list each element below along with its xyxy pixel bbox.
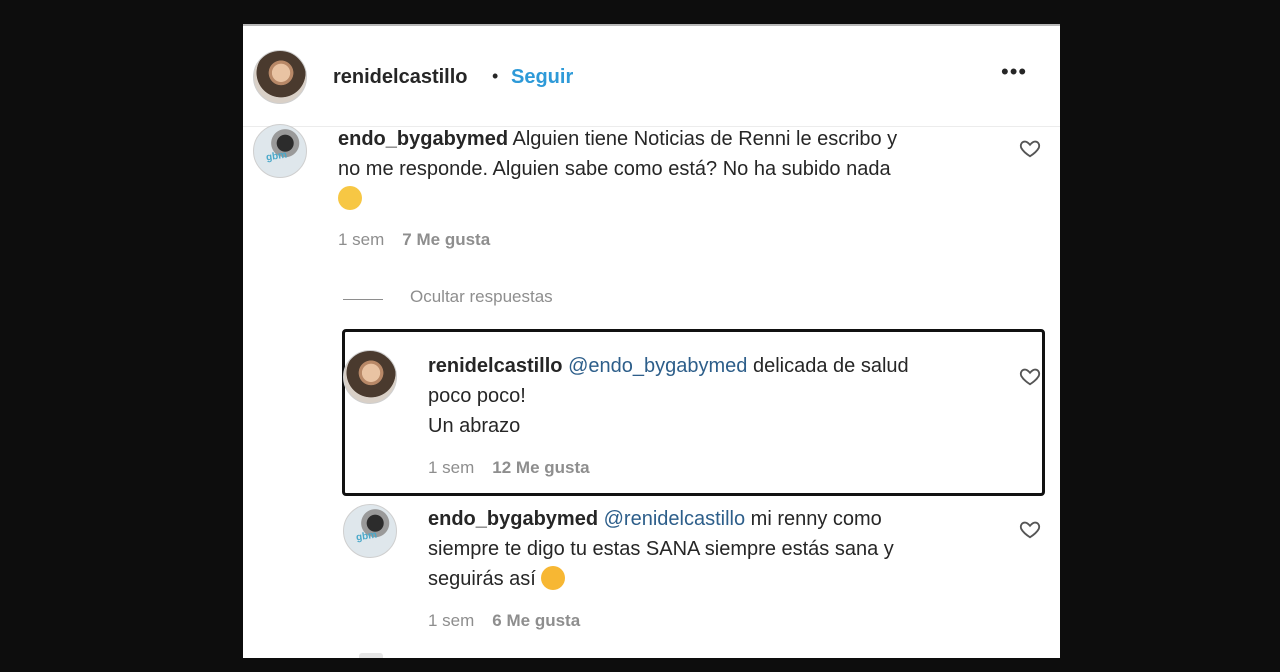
replies-divider [343,299,383,300]
comment-meta: 1 sem 7 Me gusta [338,230,490,250]
comment-username[interactable]: endo_bygabymed [338,128,508,150]
reply-like-heart-icon[interactable] [1019,518,1041,540]
flushed-face-emoji [338,185,362,210]
reply-text-line-2: siempre te digo tu estas SANA siempre es… [428,538,894,560]
avatar-brand-mark: gbm [355,529,378,544]
header-separator: • [492,66,499,86]
comment-text-line-2: no me responde. Alguien sabe como está? … [338,158,891,180]
reply-meta: 1 sem 12 Me gusta [428,458,590,478]
reply-body: endo_bygabymed @renidelcastillo mi renny… [428,504,988,594]
hide-replies-button[interactable]: Ocultar respuestas [410,287,553,307]
post-header: renidelcastillo • Seguir ••• [243,26,1060,127]
comment-avatar[interactable]: gbm [253,124,307,178]
reply-text-line-3: seguirás así [428,568,536,590]
comment-text-line-1: Alguien tiene Noticias de Renni le escri… [512,128,898,150]
reply-body: renidelcastillo @endo_bygabymed delicada… [428,351,988,441]
reply-text-line-1: mi renny como [750,508,882,530]
comment-time[interactable]: 1 sem [338,230,384,249]
reply-avatar[interactable] [343,350,397,404]
reply-meta: 1 sem 6 Me gusta [428,611,580,631]
reply-mention[interactable]: @endo_bygabymed [568,355,747,377]
reply-avatar[interactable]: gbm [343,504,397,558]
reply-time[interactable]: 1 sem [428,611,474,630]
reply-username[interactable]: renidelcastillo [428,355,563,377]
more-options-icon[interactable]: ••• [1001,59,1027,85]
follow-button[interactable]: Seguir [511,66,573,89]
reply-mention[interactable]: @renidelcastillo [604,508,745,530]
reply-likes[interactable]: 12 Me gusta [492,458,589,477]
reply-likes[interactable]: 6 Me gusta [492,611,580,630]
header-avatar[interactable] [253,50,307,104]
next-comment-avatar-edge [359,653,383,658]
reply-text-line-1: delicada de salud [752,355,909,377]
smiling-face-with-heart-eyes-emoji [541,565,566,590]
instagram-comments-panel: renidelcastillo • Seguir ••• gbm endo_by… [243,24,1060,658]
header-username[interactable]: renidelcastillo [333,66,468,89]
reply-time[interactable]: 1 sem [428,458,474,477]
comment-likes[interactable]: 7 Me gusta [402,230,490,249]
reply-text-line-3: Un abrazo [428,415,521,437]
avatar-brand-mark: gbm [265,149,288,164]
comment-like-heart-icon[interactable] [1019,137,1041,159]
reply-username[interactable]: endo_bygabymed [428,508,598,530]
comment-body: endo_bygabymed Alguien tiene Noticias de… [338,124,998,214]
reply-text-line-2: poco poco! [428,385,526,407]
reply-like-heart-icon[interactable] [1019,365,1041,387]
